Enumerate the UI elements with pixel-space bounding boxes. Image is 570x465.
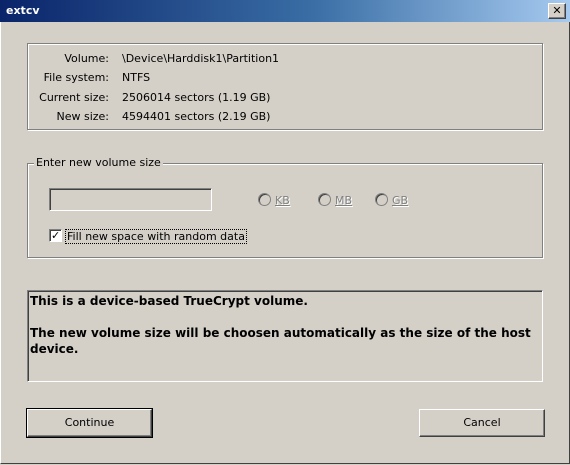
radio-circle [258, 193, 271, 206]
unit-radio-kb-label: KB [275, 194, 290, 207]
unit-radio-gb[interactable]: GB [375, 193, 408, 207]
current-size-value: 2506014 sectors (1.19 GB) [122, 91, 271, 104]
radio-circle [375, 193, 388, 206]
info-message-box: This is a device-based TrueCrypt volume.… [27, 290, 543, 382]
volume-value: \Device\Harddisk1\Partition1 [122, 52, 280, 65]
info-line-2: The new volume size will be choosen auto… [30, 326, 531, 356]
radio-circle [318, 193, 331, 206]
file-system-value: NTFS [122, 71, 151, 84]
close-button[interactable]: ✕ [548, 3, 566, 19]
volume-size-group-label: Enter new volume size [34, 156, 163, 169]
window-title: extcv [6, 4, 40, 17]
unit-radio-gb-label: GB [392, 194, 409, 207]
title-bar: extcv ✕ [0, 0, 570, 22]
new-size-value: 4594401 sectors (2.19 GB) [122, 110, 271, 123]
check-icon: ✓ [51, 229, 61, 242]
unit-radio-kb[interactable]: KB [258, 193, 290, 207]
cancel-button[interactable]: Cancel [419, 409, 545, 437]
fill-random-label: Fill new space with random data [65, 229, 247, 244]
volume-label: Volume: [64, 52, 109, 65]
new-size-label: New size: [56, 110, 109, 123]
current-size-label: Current size: [39, 91, 109, 104]
unit-radio-mb-label: MB [335, 194, 353, 207]
close-icon: ✕ [552, 4, 562, 17]
info-line-1: This is a device-based TrueCrypt volume. [30, 294, 308, 308]
fill-random-checkbox[interactable]: ✓ Fill new space with random data [49, 229, 247, 244]
continue-button[interactable]: Continue [26, 408, 153, 438]
checkbox-box[interactable]: ✓ [49, 229, 62, 242]
volume-size-input[interactable] [49, 188, 212, 211]
unit-radio-mb[interactable]: MB [318, 193, 352, 207]
file-system-label: File system: [43, 71, 109, 84]
